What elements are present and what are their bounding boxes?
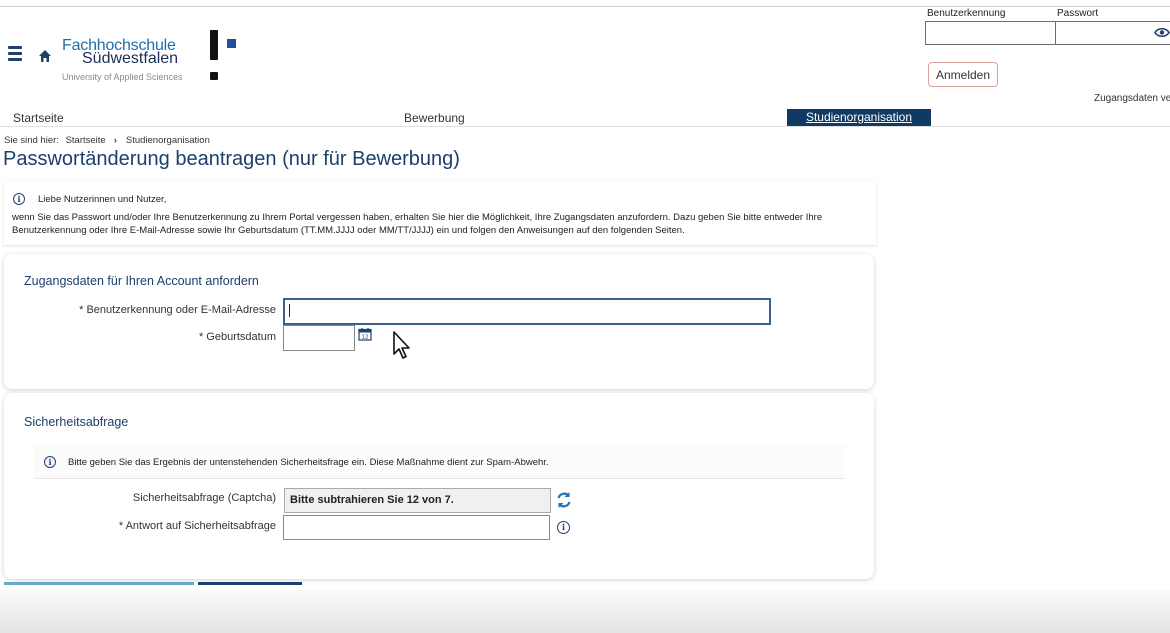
breadcrumb: Sie sind hier: Startseite › Studienorganis…	[4, 135, 210, 146]
captcha-question: Bitte subtrahieren Sie 12 von 7.	[284, 488, 551, 513]
info-box: i Liebe Nutzerinnen und Nutzer, wenn Sie…	[4, 181, 876, 245]
bottom-fade	[0, 590, 1170, 633]
account-request-section: Zugangsdaten für Ihren Account anfordern…	[4, 254, 874, 389]
logo-square	[227, 39, 236, 48]
nav-divider	[0, 126, 1170, 127]
refresh-icon[interactable]	[556, 491, 572, 509]
breadcrumb-prefix: Sie sind hier:	[4, 135, 59, 146]
info-icon: i	[13, 193, 25, 205]
nav-studienorganisation[interactable]: Studienorganisation	[787, 109, 931, 126]
security-section-title: Sicherheitsabfrage	[24, 415, 129, 429]
logo-exclamation-bar	[210, 30, 218, 60]
username-email-label: * Benutzerkennung oder E-Mail-Adresse	[79, 304, 276, 316]
nav-startseite[interactable]: Startseite	[13, 111, 64, 125]
captcha-answer-label: * Antwort auf Sicherheitsabfrage	[118, 520, 276, 532]
info-icon: i	[44, 456, 56, 468]
logo-exclamation-dot	[210, 72, 218, 80]
username-label: Benutzerkennung	[927, 8, 1006, 19]
top-divider	[0, 6, 1170, 7]
info-greeting: Liebe Nutzerinnen und Nutzer,	[38, 194, 167, 205]
breadcrumb-item-startseite[interactable]: Startseite	[66, 135, 106, 146]
logo-line2: Südwestfalen	[82, 50, 179, 67]
breadcrumb-item-studienorganisation[interactable]: Studienorganisation	[126, 135, 210, 146]
security-info-box: i Bitte geben Sie das Ergebnis der unten…	[34, 445, 844, 479]
birthdate-label: * Geburtsdatum	[198, 331, 276, 343]
login-button[interactable]: Anmelden	[928, 62, 998, 87]
birthdate-input[interactable]	[283, 325, 355, 351]
svg-text:12: 12	[362, 335, 369, 341]
header-password-input[interactable]	[1055, 21, 1170, 45]
security-section: Sicherheitsabfrage i Bitte geben Sie das…	[4, 393, 874, 579]
calendar-icon[interactable]: 12	[358, 327, 372, 341]
password-label: Passwort	[1057, 8, 1099, 19]
mouse-cursor-icon	[393, 331, 410, 359]
answer-help-icon[interactable]: i	[557, 521, 570, 534]
forgot-credentials-link[interactable]: Zugangsdaten ve	[1094, 93, 1170, 104]
text-caret	[289, 304, 290, 317]
account-section-title: Zugangsdaten für Ihren Account anfordern	[24, 274, 259, 288]
captcha-label: Sicherheitsabfrage (Captcha)	[132, 492, 276, 504]
captcha-answer-input[interactable]	[283, 515, 550, 540]
username-email-input[interactable]	[283, 298, 771, 325]
eye-icon[interactable]	[1154, 27, 1170, 38]
header-username-input[interactable]	[925, 21, 1056, 45]
home-icon[interactable]	[38, 49, 52, 63]
nav-bewerbung[interactable]: Bewerbung	[404, 111, 465, 125]
menu-icon[interactable]	[8, 46, 22, 64]
page-title: Passwortänderung beantragen (nur für Bew…	[3, 148, 460, 170]
breadcrumb-chevron-icon: ›	[113, 135, 117, 146]
info-text: wenn Sie das Passwort und/oder Ihre Benu…	[12, 212, 823, 236]
bottom-tab-stub	[198, 582, 302, 585]
security-info-text: Bitte geben Sie das Ergebnis der untenst…	[68, 457, 549, 468]
bottom-tab-stub	[4, 582, 194, 585]
logo-tagline: University of Applied Sciences	[62, 72, 183, 82]
logo[interactable]: Fachhochschule Südwestfalen University o…	[62, 28, 242, 86]
